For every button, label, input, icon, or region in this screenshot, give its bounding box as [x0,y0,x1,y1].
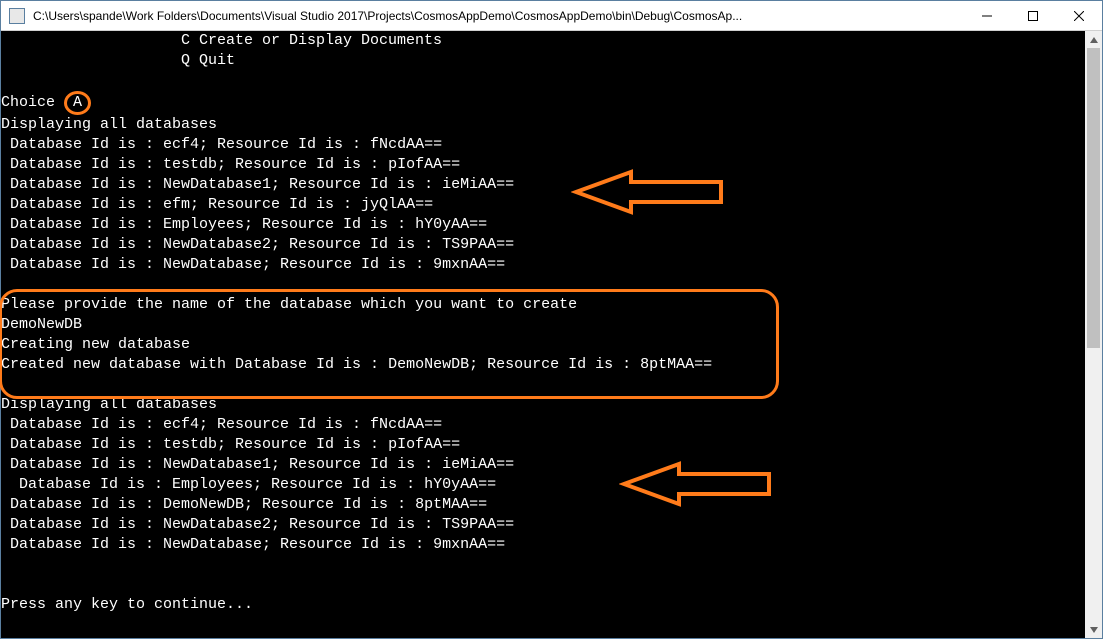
window: C:\Users\spande\Work Folders\Documents\V… [0,0,1103,639]
list-item: Database Id is : Employees; Resource Id … [1,215,1085,235]
list-item: Database Id is : testdb; Resource Id is … [1,155,1085,175]
section-title: Displaying all databases [1,395,1085,415]
titlebar-buttons [964,1,1102,30]
choice-value: A [64,91,91,115]
list-item: Database Id is : NewDatabase; Resource I… [1,535,1085,555]
choice-line: Choice A [1,91,1085,115]
scrollbar[interactable] [1085,31,1102,638]
blank-line [1,71,1085,91]
create-result: Created new database with Database Id is… [1,355,1085,375]
list-item: Database Id is : NewDatabase1; Resource … [1,455,1085,475]
scroll-thumb[interactable] [1087,48,1100,348]
close-button[interactable] [1056,1,1102,30]
scroll-down-button[interactable] [1085,621,1102,638]
minimize-icon [982,11,992,21]
list-item: Database Id is : NewDatabase2; Resource … [1,515,1085,535]
titlebar-path: C:\Users\spande\Work Folders\Documents\V… [33,9,964,23]
chevron-up-icon [1090,36,1098,44]
list-item: Database Id is : efm; Resource Id is : j… [1,195,1085,215]
list-item: Database Id is : DemoNewDB; Resource Id … [1,495,1085,515]
list-item: Database Id is : testdb; Resource Id is … [1,435,1085,455]
scroll-up-button[interactable] [1085,31,1102,48]
list-item: Database Id is : NewDatabase2; Resource … [1,235,1085,255]
minimize-button[interactable] [964,1,1010,30]
list-item: Database Id is : NewDatabase1; Resource … [1,175,1085,195]
list-item: Database Id is : Employees; Resource Id … [1,475,1085,495]
chevron-down-icon [1090,626,1098,634]
choice-label: Choice [1,94,64,111]
blank-line [1,575,1085,595]
blank-line [1,555,1085,575]
list-item: Database Id is : ecf4; Resource Id is : … [1,135,1085,155]
menu-line: Q Quit [1,51,1085,71]
list-item: Database Id is : ecf4; Resource Id is : … [1,415,1085,435]
maximize-button[interactable] [1010,1,1056,30]
create-input: DemoNewDB [1,315,1085,335]
maximize-icon [1028,11,1038,21]
app-icon [9,8,25,24]
close-icon [1074,11,1084,21]
create-prompt: Please provide the name of the database … [1,295,1085,315]
blank-line [1,275,1085,295]
create-progress: Creating new database [1,335,1085,355]
menu-line: C Create or Display Documents [1,31,1085,51]
blank-line [1,375,1085,395]
titlebar[interactable]: C:\Users\spande\Work Folders\Documents\V… [1,1,1102,31]
console-output: C Create or Display Documents Q Quit Cho… [1,31,1085,638]
scroll-track[interactable] [1085,48,1102,621]
section-title: Displaying all databases [1,115,1085,135]
footer-line: Press any key to continue... [1,595,1085,615]
list-item: Database Id is : NewDatabase; Resource I… [1,255,1085,275]
client-area: C Create or Display Documents Q Quit Cho… [1,31,1102,638]
